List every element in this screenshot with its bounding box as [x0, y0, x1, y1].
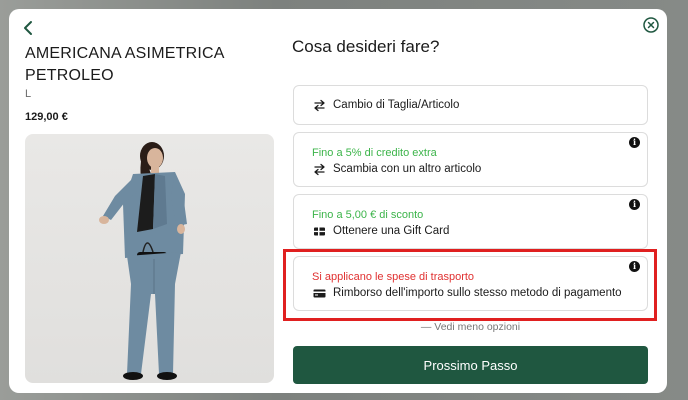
option-subtext: Fino a 5% di credito extra: [312, 147, 437, 159]
credit-card-icon: [312, 286, 326, 300]
option-gift-card[interactable]: i Fino a 5,00 € di sconto Ottenere una G…: [293, 194, 648, 249]
info-icon[interactable]: i: [629, 137, 640, 148]
see-less-options-link[interactable]: — Vedi meno opzioni: [293, 321, 648, 333]
gift-card-icon: [312, 224, 326, 238]
back-button[interactable]: [20, 19, 38, 37]
option-row: Rimborso dell'importo sullo stesso metod…: [312, 286, 622, 300]
swap-icon: [312, 98, 326, 112]
product-size: L: [25, 88, 32, 100]
product-title: AMERICANA ASIMETRICA PETROLEO: [25, 45, 224, 84]
option-exchange[interactable]: i Fino a 5% di credito extra Scambia con…: [293, 132, 648, 187]
option-label: Ottenere una Gift Card: [333, 225, 450, 237]
option-row: Cambio di Taglia/Articolo: [312, 98, 459, 112]
swap-icon: [312, 162, 326, 176]
option-size-change[interactable]: Cambio di Taglia/Articolo: [293, 85, 648, 125]
option-label: Scambia con un altro articolo: [333, 163, 482, 175]
option-refund[interactable]: i Si applicano le spese di trasporto Rim…: [293, 256, 648, 311]
next-step-button[interactable]: Prossimo Passo: [293, 346, 648, 384]
option-row: Scambia con un altro articolo: [312, 162, 481, 176]
question-heading: Cosa desideri fare?: [292, 37, 440, 56]
chevron-left-icon: [24, 21, 32, 35]
return-options-modal: AMERICANA ASIMETRICA PETROLEO L 129,00 €: [9, 9, 667, 393]
option-label: Cambio di Taglia/Articolo: [333, 99, 460, 111]
product-image: [25, 134, 274, 383]
option-label: Rimborso dell'importo sullo stesso metod…: [333, 287, 622, 299]
option-subtext: Si applicano le spese di trasporto: [312, 271, 475, 283]
option-subtext: Fino a 5,00 € di sconto: [312, 209, 424, 221]
close-button[interactable]: [642, 16, 660, 34]
model-photo-illustration: [99, 142, 187, 380]
option-row: Ottenere una Gift Card: [312, 224, 449, 238]
product-price: 129,00 €: [25, 111, 68, 123]
close-icon: [643, 17, 659, 33]
info-icon[interactable]: i: [629, 261, 640, 272]
info-icon[interactable]: i: [629, 199, 640, 210]
